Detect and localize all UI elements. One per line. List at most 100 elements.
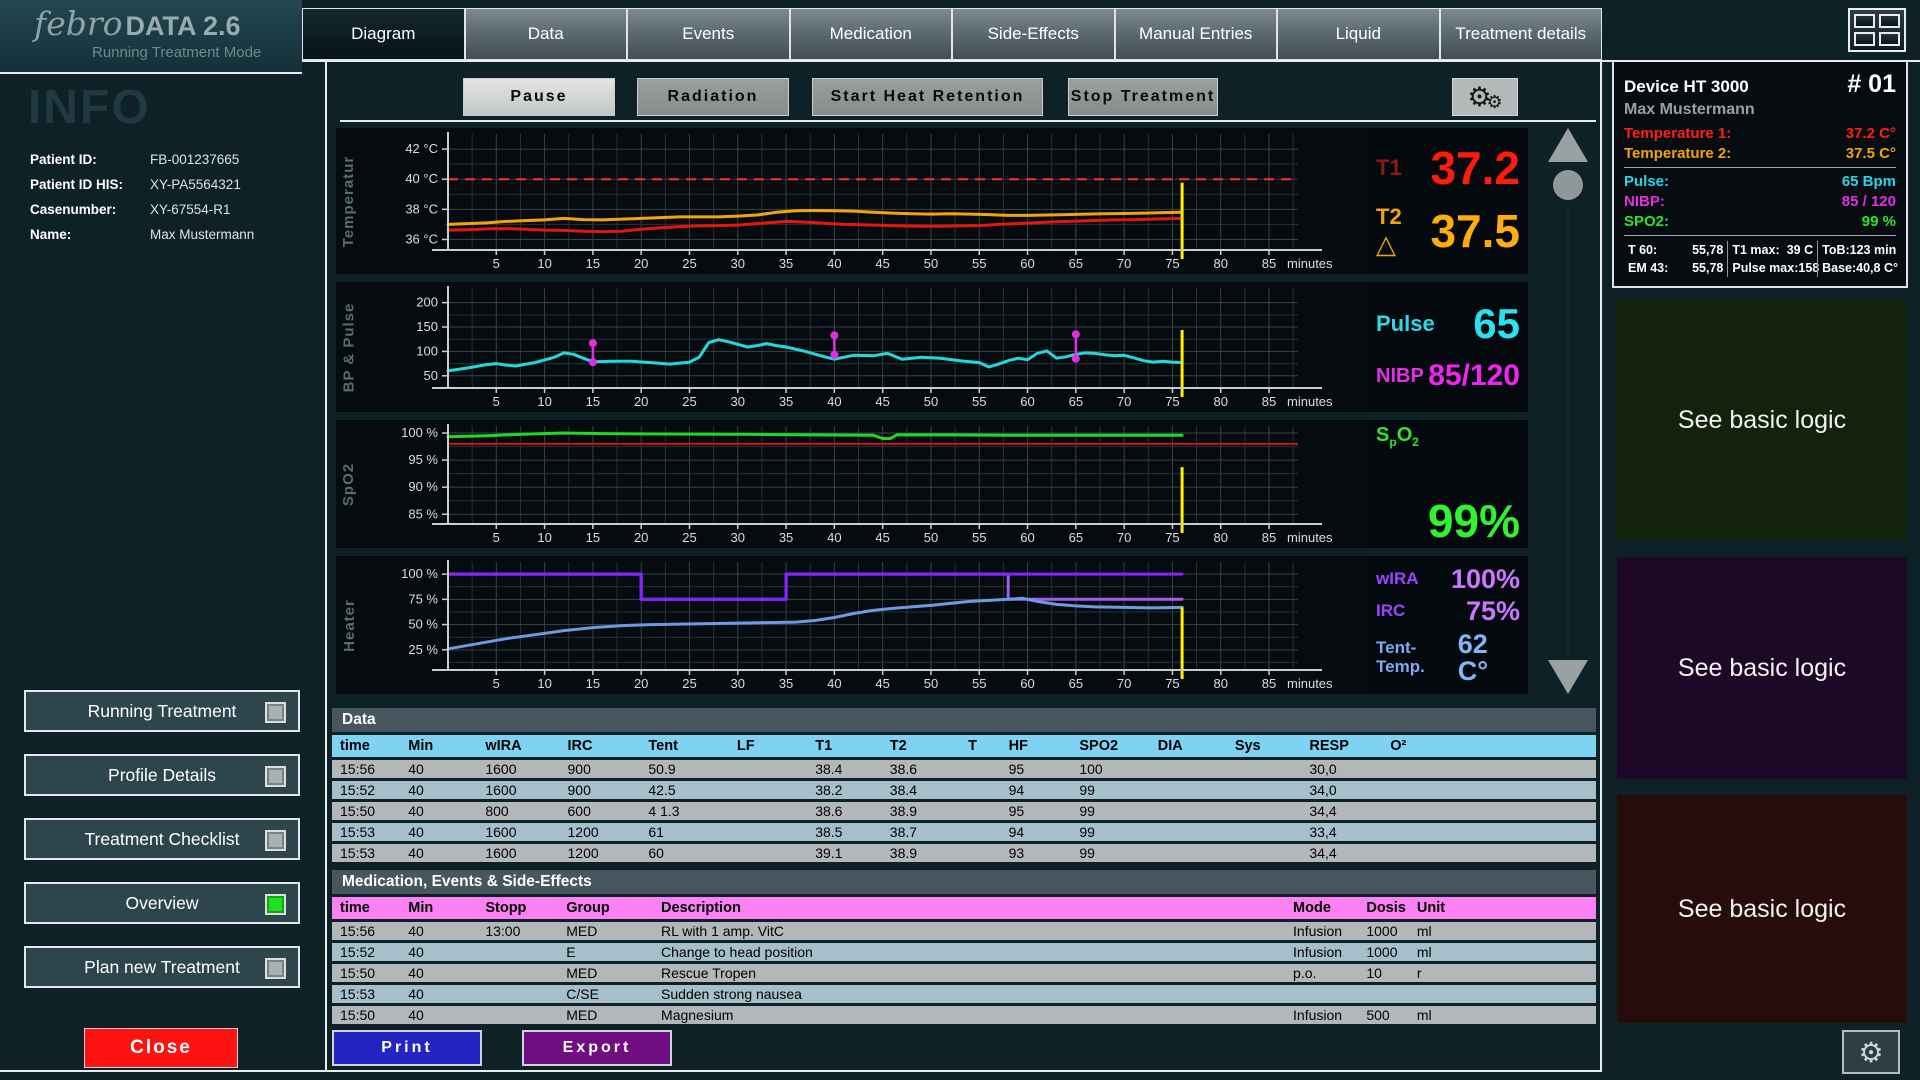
heater-readout: wIRA100%IRC75%Tent-Temp.62 C°	[1368, 556, 1528, 694]
svg-text:40 °C: 40 °C	[405, 171, 438, 186]
sidebar-item-running-treatment[interactable]: Running Treatment	[24, 690, 300, 732]
pulse-label: Pulse	[1376, 312, 1435, 336]
col-header-description: Description	[653, 897, 1285, 919]
data-table-section-table: timeMinwIRAIRCTentLFT1T2THFSPO2DIASysRES…	[332, 732, 1596, 865]
svg-text:70: 70	[1117, 256, 1131, 271]
patient-info-label: Patient ID:	[30, 152, 150, 167]
device-vital-value: 99 %	[1862, 213, 1896, 230]
tab-data[interactable]: Data	[465, 8, 628, 60]
svg-text:35: 35	[779, 394, 793, 409]
table-row: 15:564013:00MEDRL with 1 amp. VitCInfusi…	[332, 922, 1596, 940]
patient-info-row: Patient ID HIS:XY-PA5564321	[30, 177, 315, 192]
patient-info-label: Casenumber:	[30, 202, 150, 217]
col-header-min: Min	[400, 735, 477, 757]
t2-value: 37.5	[1430, 208, 1520, 254]
device-stat-tob: ToB:123 min	[1817, 241, 1896, 259]
pause-button[interactable]: Pause	[463, 78, 615, 116]
medication-table-section-table: timeMinStoppGroupDescriptionModeDosisUni…	[332, 894, 1596, 1027]
svg-text:35: 35	[779, 676, 793, 691]
svg-text:70: 70	[1117, 676, 1131, 691]
close-button[interactable]: Close	[84, 1028, 238, 1068]
svg-text:200: 200	[416, 295, 438, 310]
sidebar-item-plan-new-treatment[interactable]: Plan new Treatment	[24, 946, 300, 988]
readout-label-tent: Tent-Temp.	[1376, 639, 1458, 676]
layout-cell	[1854, 14, 1875, 28]
sidebar-item-treatment-checklist[interactable]: Treatment Checklist	[24, 818, 300, 860]
svg-text:15: 15	[586, 530, 600, 545]
col-header-stopp: Stopp	[477, 897, 558, 919]
tab-events[interactable]: Events	[627, 8, 790, 60]
patient-info-value: Max Mustermann	[150, 227, 254, 242]
tab-underline	[302, 60, 1602, 62]
tab-liquid[interactable]: Liquid	[1277, 8, 1440, 60]
device-vital-temperature-1: Temperature 1:37.2 C°	[1624, 125, 1896, 142]
irc-value: 75%	[1466, 598, 1520, 625]
svg-text:10: 10	[537, 256, 551, 271]
device-panel: Device HT 3000 # 01 Max Mustermann Tempe…	[1612, 62, 1908, 288]
col-header-dosis: Dosis	[1358, 897, 1409, 919]
device-stats: T 60:55,78T1 max:39 CToB:123 minEM 43:55…	[1624, 241, 1896, 277]
chart-side-label-text: Temperatur	[341, 155, 358, 246]
tab-side-effects[interactable]: Side-Effects	[952, 8, 1115, 60]
device-vital-label: Temperature 2:	[1624, 145, 1731, 162]
svg-text:5: 5	[493, 530, 500, 545]
svg-text:40: 40	[827, 530, 841, 545]
pulse-value: 65	[1473, 303, 1520, 345]
device-vital-value: 65 Bpm	[1842, 173, 1896, 190]
chart-side-label-text: SpO2	[341, 462, 358, 505]
col-header-group: Group	[558, 897, 653, 919]
svg-text:65: 65	[1069, 676, 1083, 691]
svg-text:45: 45	[875, 530, 889, 545]
svg-text:5: 5	[493, 394, 500, 409]
col-header-hf: HF	[1001, 735, 1072, 757]
tab-bar: DiagramDataEventsMedicationSide-EffectsM…	[302, 8, 1602, 60]
device-vital-spo2: SPO2:99 %	[1624, 213, 1896, 230]
print-button[interactable]: Print	[332, 1030, 482, 1066]
device-stat-t1-max: T1 max:39 C	[1727, 241, 1817, 259]
sidebar-item-overview[interactable]: Overview	[24, 882, 300, 924]
status-indicator	[265, 958, 286, 979]
scroll-up-icon[interactable]	[1548, 128, 1588, 162]
status-indicator	[265, 766, 286, 787]
readout-label-t1: T1	[1376, 156, 1402, 180]
tab-diagram[interactable]: Diagram	[302, 8, 465, 60]
stop-treatment-button[interactable]: Stop Treatment	[1068, 78, 1218, 116]
tab-treatment-details[interactable]: Treatment details	[1440, 8, 1603, 60]
device-stat-label: EM 43:	[1628, 261, 1668, 275]
action-bar-divider	[340, 120, 1596, 122]
logic-box-3: See basic logic	[1617, 795, 1907, 1023]
scroll-down-icon[interactable]	[1548, 660, 1588, 694]
scroll-track[interactable]	[1566, 206, 1570, 654]
svg-text:55: 55	[972, 676, 986, 691]
svg-text:15: 15	[586, 256, 600, 271]
device-vital-pulse: Pulse:65 Bpm	[1624, 173, 1896, 190]
col-header-lf: LF	[729, 735, 807, 757]
settings-gear-button[interactable]: ⚙	[1842, 1030, 1900, 1074]
radiation-button[interactable]: Radiation	[637, 78, 789, 116]
chart-heater: Heater100 %75 %50 %25 %51015202530354045…	[336, 556, 1528, 694]
start-heat-retention-button[interactable]: Start Heat Retention	[812, 78, 1043, 116]
patient-info-value: FB-001237665	[150, 152, 239, 167]
nibp-label: NIBP	[1376, 365, 1424, 387]
chart-settings-button[interactable]: ⚙ ⚙	[1452, 78, 1518, 116]
logic-box-2: See basic logic	[1617, 557, 1907, 779]
svg-text:100: 100	[416, 343, 438, 358]
sidebar-item-profile-details[interactable]: Profile Details	[24, 754, 300, 796]
scroll-handle[interactable]	[1553, 170, 1583, 200]
tent-value: 62 C°	[1458, 631, 1520, 685]
tab-manual-entries[interactable]: Manual Entries	[1115, 8, 1278, 60]
device-stat-t-60: T 60:55,78	[1624, 241, 1727, 259]
tab-medication[interactable]: Medication	[790, 8, 953, 60]
device-stat-value: 158	[1798, 261, 1819, 275]
action-bar: ⚙ ⚙ Pause Radiation Start Heat Retention St…	[336, 76, 1596, 118]
svg-text:25: 25	[682, 530, 696, 545]
svg-text:20: 20	[634, 394, 648, 409]
svg-text:85: 85	[1262, 256, 1276, 271]
status-indicator	[265, 702, 286, 723]
tent-label: Tent-Temp.	[1376, 639, 1458, 676]
svg-text:25: 25	[682, 256, 696, 271]
table-row: 15:5340C/SESudden strong nausea	[332, 985, 1596, 1003]
export-button[interactable]: Export	[522, 1030, 672, 1066]
device-vital-value: 85 / 120	[1842, 193, 1896, 210]
layout-grid-icon[interactable]	[1848, 8, 1906, 52]
